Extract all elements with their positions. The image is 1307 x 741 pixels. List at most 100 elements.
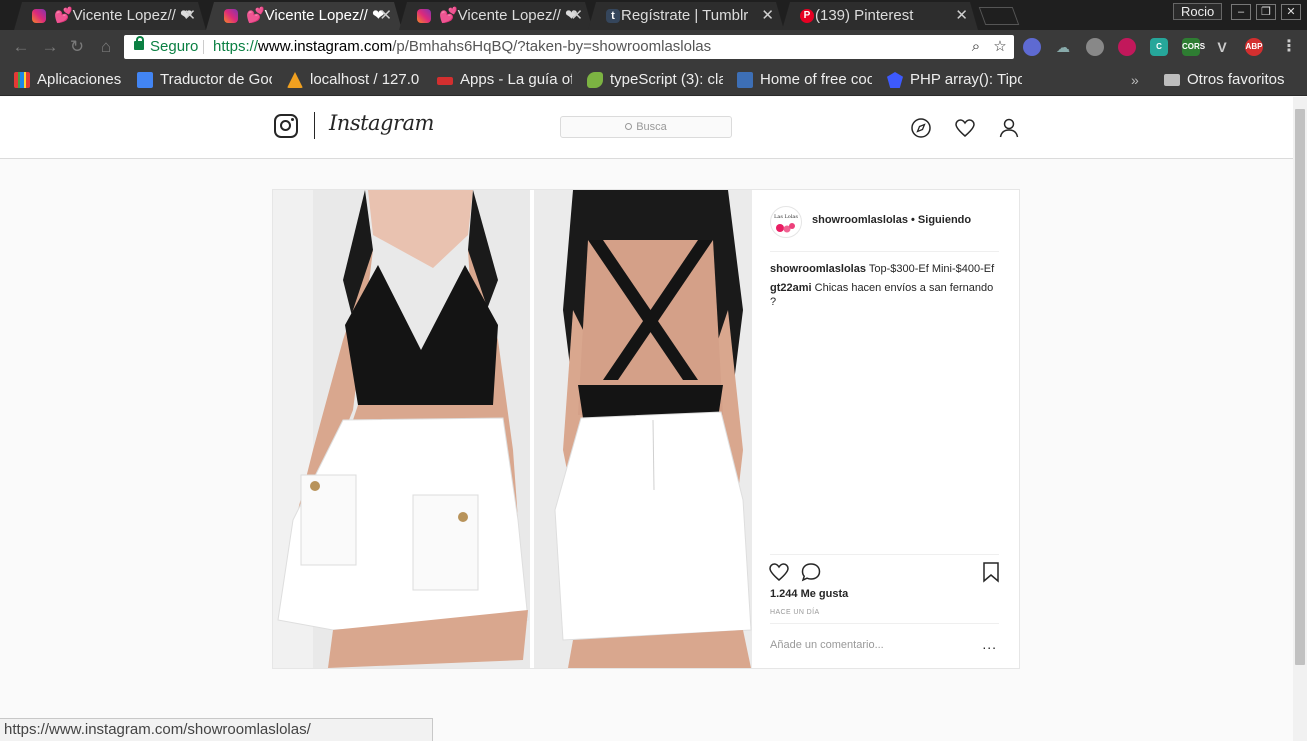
status-url-bubble: https://www.instagram.com/showroomlaslol…	[0, 718, 433, 741]
explore-compass-icon[interactable]	[910, 117, 932, 139]
post-card: Las Lolas showroomlaslolas • Siguiendo s…	[272, 189, 1020, 669]
other-bookmarks[interactable]: Otros favoritos	[1164, 70, 1304, 90]
new-tab-button[interactable]	[978, 7, 1020, 25]
extension-icon-3[interactable]	[1086, 38, 1104, 56]
close-window-icon[interactable]: ✕	[1281, 4, 1301, 20]
folder-icon	[1164, 74, 1180, 86]
bookmark-translate[interactable]: Traductor de Goo	[137, 70, 272, 90]
secure-label: Seguro	[150, 38, 199, 55]
search-input[interactable]: Busca	[560, 116, 732, 138]
tab-title: Regístrate | Tumblr	[621, 7, 749, 24]
url-scheme: https://	[213, 38, 259, 55]
bookmark-free-code[interactable]: Home of free coo	[737, 70, 872, 90]
code-home-icon	[737, 72, 753, 88]
bookmark-apps-guide[interactable]: Apps - La guía of	[437, 70, 572, 90]
extension-icon-2[interactable]: ☁	[1054, 38, 1072, 56]
bookmark-label: Home of free coo	[760, 71, 872, 88]
pinterest-favicon-icon: P	[800, 9, 814, 23]
menu-icon[interactable]: ⋮	[1280, 38, 1298, 56]
zoom-icon[interactable]: ⌕	[967, 35, 985, 59]
add-comment-area: Añade un comentario... ...	[770, 623, 999, 667]
post-header: Las Lolas showroomlaslolas • Siguiendo	[770, 204, 999, 252]
divider	[203, 40, 204, 54]
php-icon	[887, 72, 903, 88]
apps-grid-icon	[14, 72, 30, 88]
url-text[interactable]: https://www.instagram.com/p/Bmhahs6HqBQ/…	[213, 35, 711, 59]
tab-strip: 💕Vicente Lopez// ❤ ✕ 💕Vicente Lopez// ❤ …	[0, 0, 1307, 30]
tab-instagram-2[interactable]: 💕Vicente Lopez// ❤ ✕	[206, 2, 402, 30]
tab-close-icon[interactable]: ✕	[955, 2, 968, 30]
profile-button[interactable]: Rocio	[1173, 3, 1223, 20]
tab-title: 💕Vicente Lopez// ❤	[54, 7, 193, 24]
bookmark-php-array[interactable]: PHP array(): Tipo	[887, 70, 1022, 90]
scrollbar[interactable]	[1293, 97, 1307, 741]
bookmark-typescript[interactable]: typeScript (3): cla	[587, 70, 723, 90]
address-bar[interactable]: Seguro https://www.instagram.com/p/Bmhah…	[124, 35, 1014, 59]
url-path: /p/Bmhahs6HqBQ/?taken-by=showroomlaslola…	[392, 38, 712, 55]
post-timestamp[interactable]: HACE UN DÍA	[770, 609, 820, 616]
save-bookmark-icon[interactable]	[982, 561, 1000, 583]
restore-icon[interactable]: ❐	[1256, 4, 1276, 20]
adblock-plus-icon[interactable]: ABP	[1245, 38, 1263, 56]
likes-count[interactable]: 1.244 Me gusta	[770, 588, 848, 600]
forward-icon[interactable]: →	[40, 37, 60, 57]
svg-text:Las Lolas: Las Lolas	[774, 214, 798, 220]
tumblr-favicon-icon: t	[606, 9, 620, 23]
tab-tumblr[interactable]: t Regístrate | Tumblr ✕	[588, 2, 784, 30]
tab-pinterest[interactable]: P (139) Pinterest ✕	[782, 2, 978, 30]
bookmark-localhost[interactable]: localhost / 127.0	[287, 70, 422, 90]
instagram-camera-icon[interactable]	[274, 114, 298, 138]
bookmarks-overflow-icon[interactable]: »	[1131, 72, 1139, 88]
like-heart-icon[interactable]	[768, 561, 790, 583]
bookmark-label: Apps - La guía of	[460, 71, 572, 88]
tab-instagram-1[interactable]: 💕Vicente Lopez// ❤ ✕	[14, 2, 206, 30]
post-photo[interactable]	[273, 190, 752, 668]
vue-devtools-icon[interactable]: V	[1213, 38, 1231, 56]
tab-close-icon[interactable]: ✕	[183, 2, 196, 30]
tab-title: 💕Vicente Lopez// ❤	[246, 7, 385, 24]
back-icon[interactable]: ←	[11, 37, 31, 57]
bookmark-label: Traductor de Goo	[160, 71, 272, 88]
minimize-icon[interactable]: –	[1231, 4, 1251, 20]
tab-instagram-3[interactable]: 💕Vicente Lopez// ❤ ✕	[399, 2, 593, 30]
typescript-icon	[587, 72, 603, 88]
bookmark-label: PHP array(): Tipo	[910, 71, 1022, 88]
profile-person-icon[interactable]	[998, 117, 1020, 139]
phpmyadmin-icon	[287, 72, 303, 88]
comment-username[interactable]: gt22ami	[770, 282, 812, 294]
lock-icon	[134, 36, 144, 50]
bookmark-star-icon[interactable]: ☆	[991, 35, 1009, 59]
bookmark-label: typeScript (3): cla	[610, 71, 723, 88]
comment-username[interactable]: showroomlaslolas	[770, 263, 866, 275]
cors-extension-icon[interactable]: CORS	[1182, 38, 1205, 56]
extension-icon-1[interactable]	[1023, 38, 1041, 56]
extension-icon-4[interactable]	[1118, 38, 1136, 56]
tab-title: 💕Vicente Lopez// ❤	[439, 7, 578, 24]
divider	[314, 112, 315, 139]
bookmark-apps[interactable]: Aplicaciones	[14, 70, 129, 90]
tab-close-icon[interactable]: ✕	[761, 2, 774, 30]
comment-bubble-icon[interactable]	[800, 561, 822, 583]
avatar-logo-icon: Las Lolas	[774, 214, 798, 233]
tab-close-icon[interactable]: ✕	[570, 2, 583, 30]
reload-icon[interactable]: ↻	[67, 37, 87, 57]
comment-text: Top-$300-Ef Mini-$400-Ef	[868, 263, 995, 275]
post-actions: 1.244 Me gusta HACE UN DÍA	[768, 554, 1000, 622]
scrollbar-thumb[interactable]	[1295, 109, 1305, 665]
extension-icon-5[interactable]: C	[1150, 38, 1168, 56]
bookmarks-bar: Aplicaciones Traductor de Goo localhost …	[0, 64, 1307, 96]
instagram-wordmark[interactable]: Instagram	[329, 111, 434, 135]
activity-heart-icon[interactable]	[954, 117, 976, 139]
comment: gt22ami Chicas hacen envíos a san fernan…	[770, 281, 1002, 309]
tab-title: (139) Pinterest	[815, 7, 914, 24]
bookmark-label: localhost / 127.0	[310, 71, 420, 88]
tab-close-icon[interactable]: ✕	[379, 2, 392, 30]
comment: showroomlaslolas Top-$300-Ef Mini-$400-E…	[770, 262, 1002, 276]
instagram-favicon-icon	[224, 9, 238, 23]
owner-following-line[interactable]: showroomlaslolas • Siguiendo	[812, 214, 971, 226]
avatar[interactable]: Las Lolas	[770, 206, 802, 238]
home-icon[interactable]: ⌂	[96, 37, 116, 57]
web-page: Instagram Busca Las Lolas showroomlaslol…	[0, 97, 1293, 741]
more-options-icon[interactable]: ...	[982, 636, 997, 652]
add-comment-input[interactable]: Añade un comentario...	[770, 639, 884, 651]
